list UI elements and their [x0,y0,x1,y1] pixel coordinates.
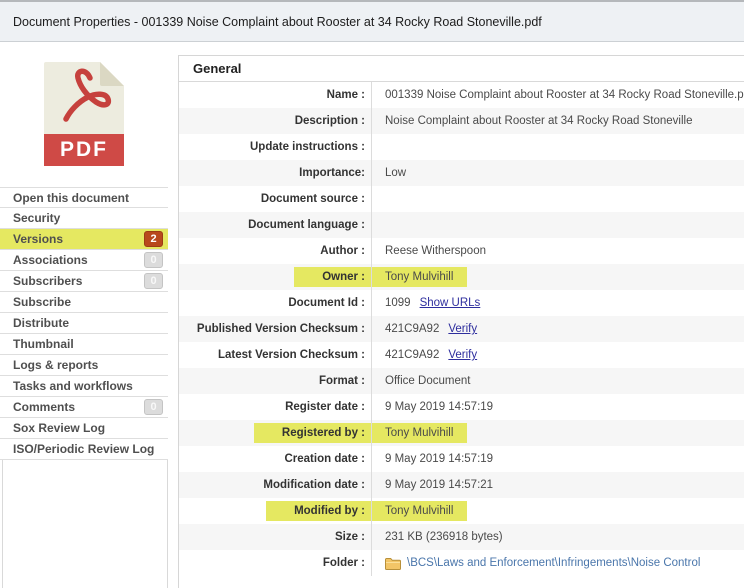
property-label: Document Id : [288,297,371,309]
sidebar-item-subscribe[interactable]: Subscribe [0,292,168,313]
row-description: Description : Noise Complaint about Roos… [179,108,744,134]
row-registered-by: Registered by : Tony Mulvihill [179,420,744,446]
property-value-highlighted: Tony Mulvihill [372,501,467,521]
sidebar-item-label: Subscribers [13,274,82,288]
row-modified-by: Modified by : Tony Mulvihill [179,498,744,524]
row-modification-date: Modification date : 9 May 2019 14:57:21 [179,472,744,498]
row-published-version-checksum: Published Version Checksum : 421C9A92 Ve… [179,316,744,342]
property-label: Importance: [299,167,371,179]
property-value: 9 May 2019 14:57:21 [372,479,493,491]
row-document-language: Document language : [179,212,744,238]
property-label: Register date : [285,401,371,413]
row-name: Name : 001339 Noise Complaint about Roos… [179,82,744,108]
property-label: Author : [320,245,371,257]
property-value: Office Document [372,375,470,387]
versions-count-badge: 2 [144,231,163,247]
row-folder: Folder : \BCS\Laws and Enforcement\Infri… [179,550,744,576]
general-panel: General Name : 001339 Noise Complaint ab… [178,55,744,588]
row-register-date: Register date : 9 May 2019 14:57:19 [179,394,744,420]
row-size: Size : 231 KB (236918 bytes) [179,524,744,550]
property-label: Description : [295,115,371,127]
sidebar-item-label: Sox Review Log [13,421,105,435]
property-label: Modified by : [266,501,371,521]
sidebar-item-versions[interactable]: Versions 2 [0,229,168,250]
document-properties-dialog: Document Properties - 001339 Noise Compl… [0,0,744,588]
sidebar-item-security[interactable]: Security [0,208,168,229]
property-label: Document language : [248,219,371,231]
sidebar-item-label: Tasks and workflows [13,379,133,393]
sidebar-item-label: Security [13,211,60,225]
property-label: Size : [335,531,371,543]
property-label: Update instructions : [250,141,371,153]
pdf-file-icon: PDF [44,62,124,166]
row-importance: Importance: Low [179,160,744,186]
sidebar-item-subscribers[interactable]: Subscribers 0 [0,271,168,292]
property-value: Low [372,167,406,179]
general-panel-header: General [179,56,744,82]
comments-count-badge: 0 [144,399,163,415]
row-creation-date: Creation date : 9 May 2019 14:57:19 [179,446,744,472]
property-label: Published Version Checksum : [197,323,371,335]
verify-published-checksum-link[interactable]: Verify [448,323,477,335]
sidebar-item-label: Subscribe [13,295,71,309]
property-value: 231 KB (236918 bytes) [372,531,503,543]
property-label: Creation date : [284,453,371,465]
property-value-highlighted: Tony Mulvihill [372,423,467,443]
row-document-id: Document Id : 1099 Show URLs [179,290,744,316]
property-label: Name : [327,89,371,101]
property-label: Owner : [294,267,371,287]
sidebar-item-label: Logs & reports [13,358,98,372]
property-label: Modification date : [263,479,371,491]
property-value: 9 May 2019 14:57:19 [372,401,493,413]
show-urls-link[interactable]: Show URLs [420,297,481,309]
dialog-titlebar: Document Properties - 001339 Noise Compl… [0,0,744,42]
verify-latest-checksum-link[interactable]: Verify [448,349,477,361]
sidebar-item-logs-reports[interactable]: Logs & reports [0,355,168,376]
row-update-instructions: Update instructions : [179,134,744,160]
sidebar-item-open-this-document[interactable]: Open this document [0,187,168,208]
property-value-highlighted: Tony Mulvihill [372,267,467,287]
sidebar-item-label: Comments [13,400,75,414]
property-label: Folder : [323,557,371,569]
property-value: 421C9A92 [372,323,439,335]
folder-icon [385,557,401,570]
property-value: 1099 [372,297,411,309]
sidebar: PDF Open this document Security Versions… [0,42,168,588]
sidebar-item-label: Open this document [13,191,129,205]
property-value: Noise Complaint about Rooster at 34 Rock… [372,115,692,127]
property-label: Registered by : [254,423,371,443]
property-value: 421C9A92 [372,349,439,361]
sidebar-menu: Open this document Security Versions 2 A… [0,187,168,460]
pdf-icon-label: PDF [44,138,124,162]
sidebar-item-label: ISO/Periodic Review Log [13,442,154,456]
sidebar-item-distribute[interactable]: Distribute [0,313,168,334]
sidebar-item-sox-review-log[interactable]: Sox Review Log [0,418,168,439]
folder-path-link[interactable]: \BCS\Laws and Enforcement\Infringements\… [407,557,700,569]
sidebar-item-comments[interactable]: Comments 0 [0,397,168,418]
property-value: 9 May 2019 14:57:19 [372,453,493,465]
sidebar-item-thumbnail[interactable]: Thumbnail [0,334,168,355]
row-document-source: Document source : [179,186,744,212]
sidebar-item-tasks-workflows[interactable]: Tasks and workflows [0,376,168,397]
sidebar-item-label: Distribute [13,316,69,330]
sidebar-item-associations[interactable]: Associations 0 [0,250,168,271]
property-rows: Name : 001339 Noise Complaint about Roos… [179,82,744,576]
property-label: Latest Version Checksum : [218,349,371,361]
row-owner: Owner : Tony Mulvihill [179,264,744,290]
sidebar-item-label: Versions [13,232,63,246]
property-value: 001339 Noise Complaint about Rooster at … [372,89,744,101]
dialog-title: Document Properties - 001339 Noise Compl… [13,15,542,29]
row-latest-version-checksum: Latest Version Checksum : 421C9A92 Verif… [179,342,744,368]
row-format: Format : Office Document [179,368,744,394]
subscribers-count-badge: 0 [144,273,163,289]
sidebar-item-iso-periodic-review-log[interactable]: ISO/Periodic Review Log [0,439,168,460]
property-label: Format : [319,375,371,387]
sidebar-empty-area [2,460,168,588]
sidebar-item-label: Associations [13,253,88,267]
row-author: Author : Reese Witherspoon [179,238,744,264]
associations-count-badge: 0 [144,252,163,268]
sidebar-item-label: Thumbnail [13,337,74,351]
property-label: Document source : [261,193,371,205]
property-value: Reese Witherspoon [372,245,486,257]
